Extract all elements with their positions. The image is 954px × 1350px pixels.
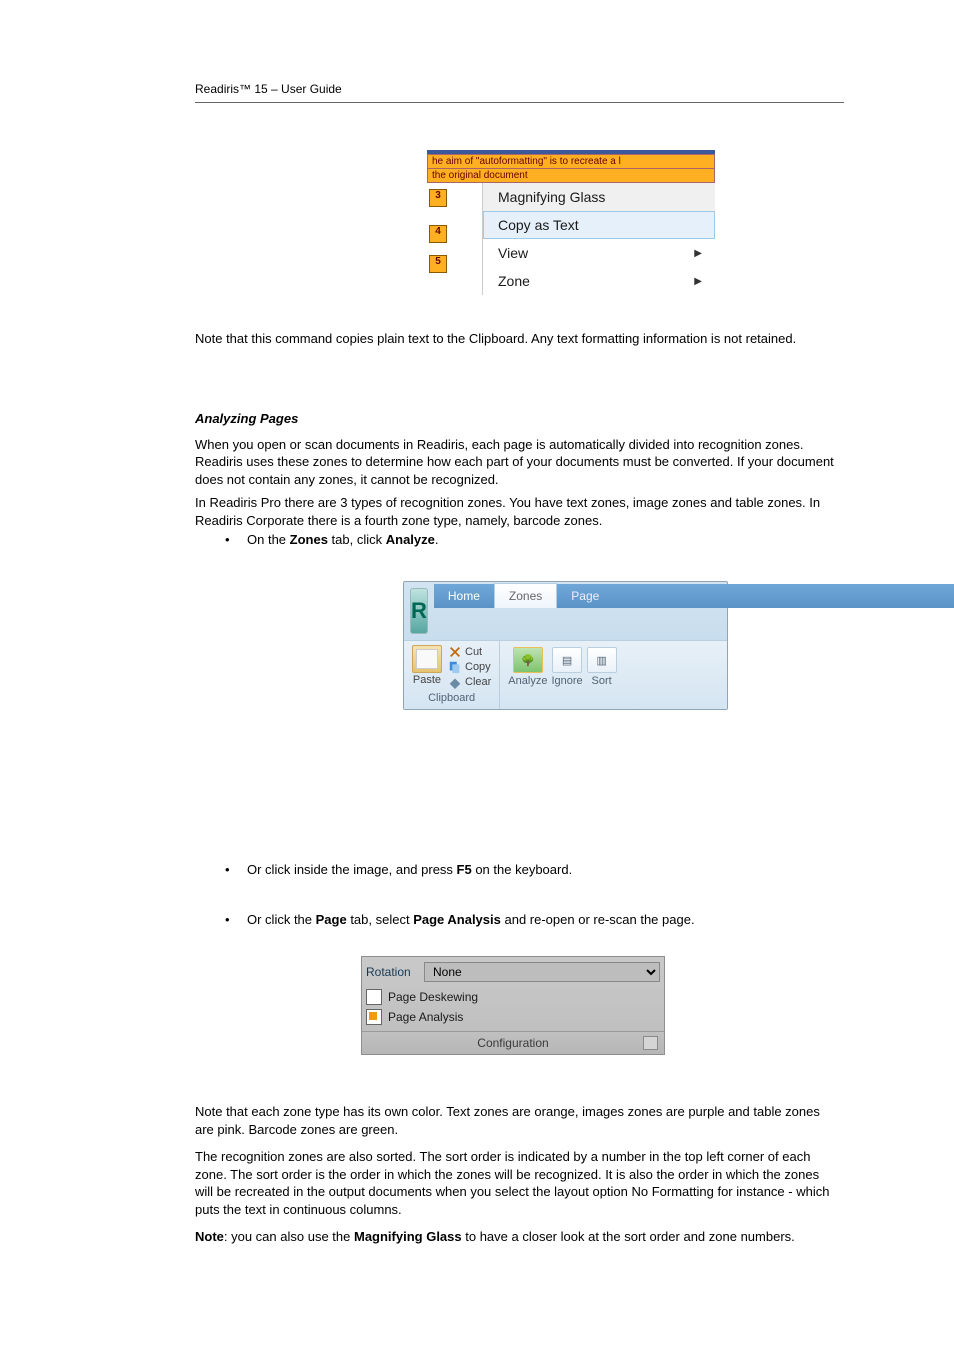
- sort-icon: ▥: [587, 647, 617, 673]
- ignore-icon: ▤: [552, 647, 582, 673]
- bullet-f5: • Or click inside the image, and press F…: [225, 862, 795, 877]
- paste-icon[interactable]: [412, 645, 442, 673]
- bullet-analyze: • On the Zones tab, click Analyze.: [225, 532, 785, 547]
- trailing-paragraphs: Note that each zone type has its own col…: [195, 1103, 835, 1246]
- scissors-icon: [448, 645, 462, 659]
- note-paragraph: Note that this command copies plain text…: [195, 330, 825, 348]
- rotation-label: Rotation: [366, 965, 424, 979]
- paste-button[interactable]: Paste: [413, 674, 441, 686]
- menu-item-copy-as-text[interactable]: Copy as Text: [483, 211, 715, 239]
- context-menu-figure: he aim of "autoformatting" is to recreat…: [427, 150, 715, 295]
- zone-badge: 5: [429, 255, 447, 273]
- copy-icon: [448, 660, 462, 674]
- clear-button[interactable]: Clear: [448, 675, 491, 689]
- header-brand: Readiris™ 15 – User Guide: [195, 82, 342, 96]
- submenu-arrow-icon: ▶: [694, 248, 702, 259]
- zone-badge: 4: [429, 225, 447, 243]
- ignore-button[interactable]: ▤Ignore: [551, 647, 582, 709]
- dialog-launcher-icon[interactable]: [643, 1036, 658, 1050]
- tab-page[interactable]: Page: [557, 584, 954, 608]
- header-rule: [195, 102, 844, 103]
- tab-home[interactable]: Home: [434, 584, 494, 608]
- section-title: Analyzing Pages: [195, 410, 835, 428]
- bullet-page-tab: • Or click the Page tab, select Page Ana…: [225, 912, 785, 927]
- menu-item-view[interactable]: View▶: [483, 239, 715, 267]
- group-label-configuration: Configuration: [362, 1031, 664, 1054]
- group-label-clipboard: Clipboard: [412, 689, 491, 709]
- page-analysis-checkbox[interactable]: [366, 1009, 382, 1025]
- rotation-select[interactable]: None: [424, 962, 660, 982]
- menu-item-zone[interactable]: Zone▶: [483, 267, 715, 295]
- app-icon: R: [410, 588, 428, 634]
- section-analyzing-pages: Analyzing Pages When you open or scan do…: [195, 410, 835, 529]
- zone-badge: 3: [429, 189, 447, 207]
- sort-button[interactable]: ▥Sort: [587, 647, 617, 709]
- ribbon-figure: R Home Zones Page Paste Cut Copy Clear: [403, 581, 728, 710]
- configuration-panel: Rotation None Page Deskewing Page Analys…: [361, 956, 665, 1055]
- tab-zones[interactable]: Zones: [494, 583, 557, 608]
- page-analysis-label: Page Analysis: [388, 1010, 463, 1024]
- menu-item-magnifying-glass[interactable]: Magnifying Glass: [483, 183, 715, 211]
- eraser-icon: [448, 675, 462, 689]
- deskewing-checkbox[interactable]: [366, 989, 382, 1005]
- submenu-arrow-icon: ▶: [694, 276, 702, 287]
- analyze-button[interactable]: 🌳Analyze: [508, 647, 547, 709]
- copy-button[interactable]: Copy: [448, 660, 491, 674]
- analyze-icon: 🌳: [513, 647, 543, 673]
- deskewing-label: Page Deskewing: [388, 990, 478, 1004]
- cut-button[interactable]: Cut: [448, 645, 491, 659]
